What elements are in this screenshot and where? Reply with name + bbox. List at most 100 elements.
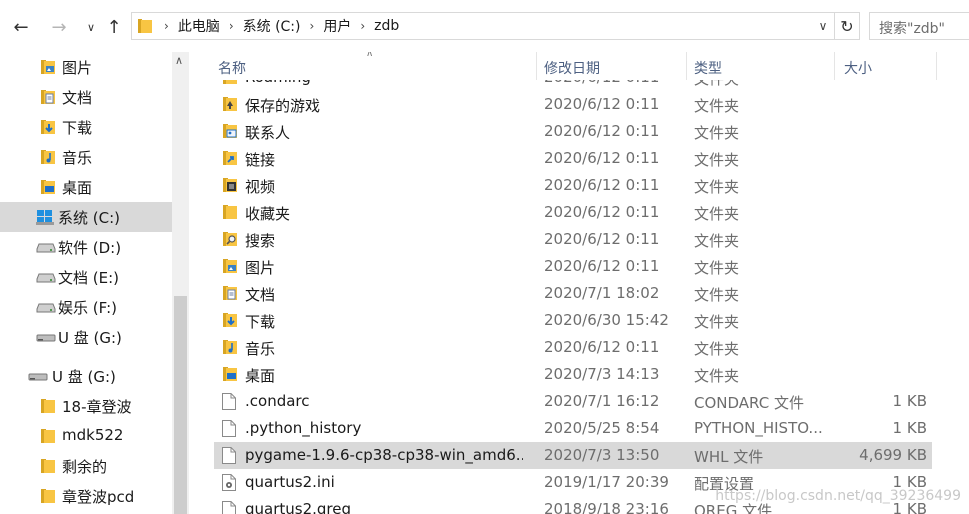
nav-item[interactable]: mdk522 — [0, 421, 172, 451]
chevron-right-icon[interactable]: › — [223, 19, 240, 33]
column-size[interactable]: 大小 — [844, 58, 872, 78]
nav-item[interactable]: 下载 — [0, 112, 172, 142]
file-row[interactable]: .python_history 2020/5/25 8:54 PYTHON_HIST… — [214, 415, 932, 442]
nav-item[interactable]: 图片 — [0, 52, 172, 82]
nav-item-label: 娱乐 (F:) — [58, 299, 117, 317]
nav-item-label: 软件 (D:) — [58, 239, 122, 257]
breadcrumb-zdb[interactable]: zdb — [371, 18, 402, 34]
file-type: PYTHON_HISTO... — [694, 419, 823, 437]
saved-games-folder-icon — [222, 96, 238, 116]
up-button[interactable]: ↑ — [101, 14, 127, 40]
file-row[interactable]: 视频 2020/6/12 0:11 文件夹 — [214, 172, 932, 199]
downloads-folder-icon — [222, 312, 238, 332]
file-list: Roaming2020/6/12 0:11文件夹保存的游戏2020/6/12 0… — [189, 52, 969, 514]
file-row[interactable]: 音乐 2020/6/12 0:11 文件夹 — [214, 334, 932, 361]
file-date: 2020/7/3 13:50 — [544, 446, 660, 464]
searches-folder-icon — [222, 231, 238, 251]
folder-icon — [40, 488, 56, 508]
address-dropdown-button[interactable]: ∨ — [813, 13, 833, 39]
music-folder-icon — [222, 339, 238, 359]
refresh-button[interactable]: ↻ — [834, 13, 859, 39]
nav-item[interactable]: 软件 (D:) — [0, 232, 172, 262]
nav-item[interactable]: 文档 — [0, 82, 172, 112]
file-name: 下载 — [245, 313, 276, 331]
file-row[interactable]: 联系人 2020/6/12 0:11 文件夹 — [214, 118, 932, 145]
file-size: 4,699 KB — [859, 446, 927, 464]
file-name: pygame-1.9.6-cp38-cp38-win_amd6... — [245, 446, 523, 464]
file-date: 2018/9/18 23:16 — [544, 500, 669, 514]
search-box[interactable]: 搜索"zdb" — [869, 12, 969, 40]
nav-item-label: 下载 — [62, 119, 93, 137]
back-button[interactable]: ← — [8, 14, 34, 40]
chevron-right-icon[interactable]: › — [354, 19, 371, 33]
column-date[interactable]: 修改日期 — [544, 58, 600, 78]
file-type: WHL 文件 — [694, 448, 764, 466]
file-row[interactable]: 文档 2020/7/1 18:02 文件夹 — [214, 280, 932, 307]
column-divider[interactable] — [834, 52, 835, 80]
nav-item[interactable]: 文档 (E:) — [0, 262, 172, 292]
file-row[interactable]: 保存的游戏 2020/6/12 0:11 文件夹 — [214, 91, 932, 118]
settings-file-icon — [222, 474, 236, 495]
drive-icon — [36, 269, 56, 289]
chevron-right-icon[interactable]: › — [158, 19, 175, 33]
file-row[interactable]: 桌面 2020/7/3 14:13 文件夹 — [214, 361, 932, 388]
links-folder-icon — [222, 150, 238, 170]
nav-item[interactable]: U 盘 (G:) — [0, 361, 172, 391]
nav-item[interactable]: 剩余的 — [0, 451, 172, 481]
nav-item[interactable]: 18-章登波 — [0, 391, 172, 421]
file-row[interactable]: 链接 2020/6/12 0:11 文件夹 — [214, 145, 932, 172]
file-row[interactable]: pygame-1.9.6-cp38-cp38-win_amd6... 2020/7… — [214, 442, 932, 469]
nav-scrollbar[interactable]: ∧ — [172, 52, 189, 514]
navigation-pane: 图片文档下载音乐桌面系统 (C:) 软件 (D:) 文档 (E:) 娱乐 (F:) U … — [0, 52, 172, 514]
nav-scrollbar-thumb[interactable] — [174, 296, 187, 514]
file-name: 链接 — [245, 151, 276, 169]
file-name: 收藏夹 — [245, 205, 291, 223]
nav-item-label: 18-章登波 — [62, 398, 132, 416]
search-input[interactable]: 搜索"zdb" — [879, 18, 945, 38]
column-name[interactable]: 名称 — [218, 58, 246, 78]
watermark: https://blog.csdn.net/qq_39236499 — [715, 488, 961, 504]
address-toolbar: ← → ∨ ↑ › 此电脑 › 系统 (C:) › 用户 › zdb ∨ ↻ 搜… — [0, 0, 969, 52]
nav-item[interactable]: 娱乐 (F:) — [0, 292, 172, 322]
nav-item-label: 文档 — [62, 89, 93, 107]
breadcrumb-users[interactable]: 用户 — [320, 16, 354, 36]
column-type[interactable]: 类型 — [694, 58, 722, 78]
file-size: 1 KB — [892, 419, 927, 437]
column-divider[interactable] — [936, 52, 937, 80]
file-row[interactable]: 图片 2020/6/12 0:11 文件夹 — [214, 253, 932, 280]
column-divider[interactable] — [686, 52, 687, 80]
chevron-up-icon[interactable]: ∧ — [175, 54, 183, 67]
file-row[interactable]: 收藏夹 2020/6/12 0:11 文件夹 — [214, 199, 932, 226]
breadcrumb-this-pc[interactable]: 此电脑 — [175, 16, 223, 36]
nav-item[interactable]: 章登波pcd — [0, 481, 172, 511]
file-date: 2020/6/12 0:11 — [544, 95, 660, 113]
contacts-folder-icon — [222, 123, 238, 143]
nav-item-label: 音乐 — [62, 149, 93, 167]
nav-item-label: U 盘 (G:) — [52, 368, 116, 386]
folder-icon — [40, 398, 56, 418]
forward-button[interactable]: → — [46, 14, 72, 40]
chevron-right-icon[interactable]: › — [304, 19, 321, 33]
nav-item[interactable]: 桌面 — [0, 172, 172, 202]
nav-item[interactable]: 系统 (C:) — [0, 202, 172, 232]
nav-item-label: 剩余的 — [62, 458, 108, 476]
file-type: 文件夹 — [694, 286, 740, 304]
arrow-right-icon: → — [51, 16, 67, 38]
sort-ascending-icon: ∧ — [366, 52, 374, 59]
file-name: 音乐 — [245, 340, 276, 358]
address-bar[interactable]: › 此电脑 › 系统 (C:) › 用户 › zdb ∨ ↻ — [131, 12, 860, 40]
nav-item[interactable]: 音乐 — [0, 142, 172, 172]
file-type: 文件夹 — [694, 151, 740, 169]
file-name: 搜索 — [245, 232, 276, 250]
breadcrumb-drive-c[interactable]: 系统 (C:) — [240, 16, 304, 36]
nav-item[interactable]: U 盘 (G:) — [0, 322, 172, 352]
file-row[interactable]: 下载 2020/6/30 15:42 文件夹 — [214, 307, 932, 334]
nav-item-label: 桌面 — [62, 179, 93, 197]
file-name: 视频 — [245, 178, 276, 196]
nav-item-label: 系统 (C:) — [58, 209, 120, 227]
file-row[interactable]: .condarc 2020/7/1 16:12 CONDARC 文件 1 KB — [214, 388, 932, 415]
file-name: 联系人 — [245, 124, 291, 142]
column-divider[interactable] — [536, 52, 537, 80]
file-date: 2020/7/1 16:12 — [544, 392, 660, 410]
file-row[interactable]: 搜索 2020/6/12 0:11 文件夹 — [214, 226, 932, 253]
